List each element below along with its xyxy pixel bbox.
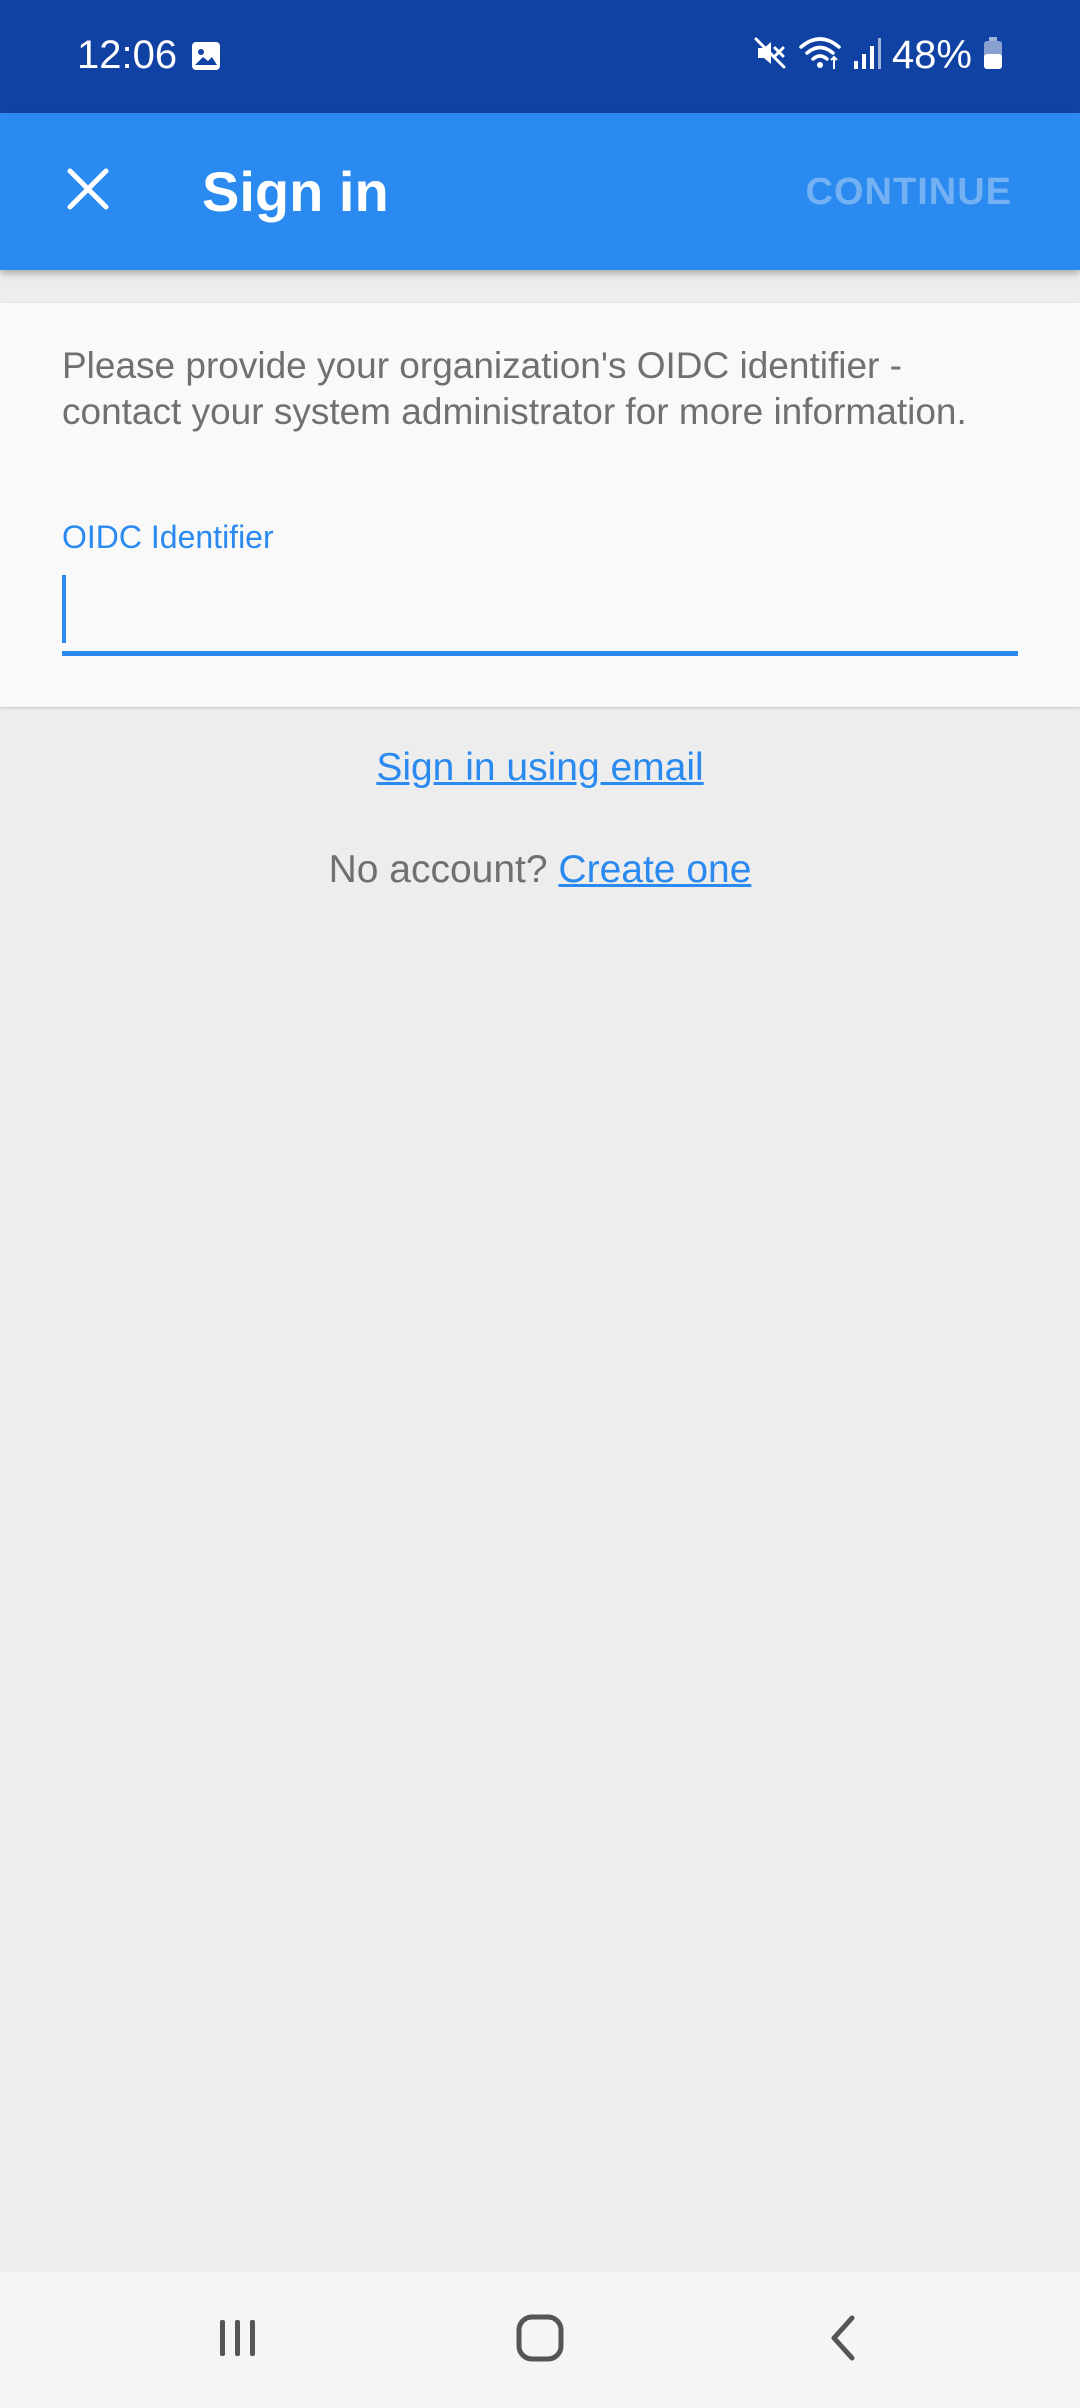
- home-button[interactable]: [500, 2300, 580, 2380]
- mute-icon: [752, 35, 788, 76]
- oidc-card: Please provide your organization's OIDC …: [0, 303, 1080, 707]
- no-account-row: No account? Create one: [0, 846, 1080, 894]
- battery-icon: [982, 35, 1004, 76]
- back-button[interactable]: [804, 2300, 884, 2380]
- battery-percent: 48%: [891, 33, 972, 77]
- status-time: 12:06: [77, 33, 178, 77]
- email-signin-row: Sign in using email: [0, 744, 1080, 792]
- app-bar: Sign in CONTINUE: [0, 113, 1080, 270]
- status-bar: 12:06 48%: [0, 0, 1080, 113]
- status-icons: 48%: [752, 30, 1004, 80]
- home-icon: [514, 2312, 566, 2369]
- create-account-link[interactable]: Create one: [558, 848, 751, 891]
- continue-button[interactable]: CONTINUE: [806, 169, 1012, 215]
- system-nav-bar: [0, 2272, 1080, 2408]
- oidc-identifier-label: OIDC Identifier: [62, 519, 274, 555]
- gallery-icon: [190, 40, 222, 72]
- wifi-icon: [798, 35, 842, 76]
- close-icon: [66, 167, 110, 216]
- instructions-text: Please provide your organization's OIDC …: [62, 345, 967, 432]
- back-icon: [820, 2314, 868, 2367]
- signal-icon: [852, 35, 882, 76]
- text-cursor: [62, 575, 66, 643]
- no-account-text: No account?: [328, 848, 548, 891]
- page-title: Sign in: [202, 160, 389, 223]
- recent-apps-icon: [214, 2314, 262, 2367]
- close-button[interactable]: [40, 143, 136, 239]
- oidc-identifier-input[interactable]: [62, 575, 1018, 656]
- recent-apps-button[interactable]: [198, 2300, 278, 2380]
- sign-in-email-link[interactable]: Sign in using email: [376, 746, 703, 789]
